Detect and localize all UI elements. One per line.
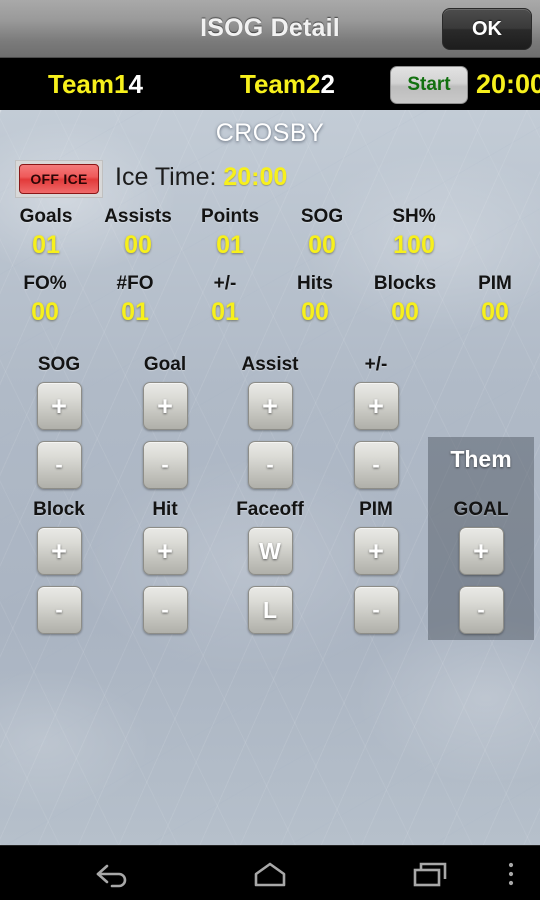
action-block-r2-decrement-button[interactable]: - [36, 586, 82, 634]
stat-label: Goals [19, 206, 73, 227]
stats-row-secondary: FO% 00 #FO 01 +/- 01 Hits 00 Blocks 00 PIM 00 [0, 273, 540, 327]
page-title: ISOG Detail [200, 14, 340, 42]
team1-score-block[interactable]: Team14 [48, 69, 143, 100]
stat-value: 00 [391, 298, 419, 326]
action-sog-r1-increment-button[interactable]: + [36, 382, 82, 430]
app-screen: ISOG Detail OK Team14 Team22 Start 20:00… [0, 0, 540, 900]
action-assist-r1-increment-button[interactable]: + [247, 382, 293, 430]
them-panel-title: Them [450, 446, 512, 472]
ice-time-value: 20:00 [223, 163, 288, 191]
stat-value: 01 [211, 298, 239, 326]
stat-cell: SOG 00 [276, 206, 368, 260]
action-hit-r2-label: Hit [152, 499, 178, 520]
action-assist-r1-decrement-button[interactable]: - [247, 441, 293, 489]
action-sog-r1-label: SOG [37, 354, 81, 375]
ice-time-row: Ice Time: 20:00 [115, 163, 287, 192]
stats-row-primary: Goals 01 Assists 00 Points 01 SOG 00 SH% 100 [0, 206, 460, 260]
action--r1-increment-button[interactable]: + [353, 382, 399, 430]
stat-label: #FO [116, 273, 154, 294]
stat-label: SH% [392, 206, 436, 227]
ice-time-label: Ice Time: [115, 163, 217, 191]
team1-score: 4 [128, 68, 143, 99]
action-them-goal-increment-button[interactable]: + [458, 527, 504, 575]
player-name: CROSBY [215, 119, 325, 147]
stat-value: 01 [32, 231, 60, 259]
scoreboard-bar: Team14 Team22 Start 20:00 [0, 58, 540, 110]
stat-label: Points [200, 206, 260, 227]
action-them-goal-label: GOAL [453, 499, 509, 520]
start-clock-button[interactable]: Start [390, 66, 468, 104]
action-goal-r1-label: Goal [143, 354, 187, 375]
stat-cell: Blocks 00 [360, 273, 450, 327]
stat-value: 00 [308, 231, 336, 259]
action-goal-r1-group: Goal + - [112, 354, 218, 489]
stat-cell: SH% 100 [368, 206, 460, 260]
action-hit-r2-decrement-button[interactable]: - [142, 586, 188, 634]
action-block-r2-increment-button[interactable]: + [36, 527, 82, 575]
action-pim-r2-label: PIM [359, 499, 393, 520]
stat-cell: Assists 00 [92, 206, 184, 260]
stat-label: Hits [297, 273, 333, 294]
stat-value: 100 [393, 231, 435, 259]
action-assist-r1-group: Assist + - [217, 354, 323, 489]
action-hit-r2-increment-button[interactable]: + [142, 527, 188, 575]
team2-name: Team2 [240, 68, 321, 99]
action-faceoff-r2-group: Faceoff W L [217, 499, 323, 634]
off-ice-label: OFF ICE [19, 164, 99, 194]
action-pim-r2-group: PIM + - [323, 499, 429, 634]
action-pim-r2-decrement-button[interactable]: - [353, 586, 399, 634]
title-bar: ISOG Detail OK [0, 0, 540, 58]
stat-label: Blocks [373, 273, 437, 294]
stat-value: 01 [216, 231, 244, 259]
stat-value: 00 [124, 231, 152, 259]
off-ice-toggle-button[interactable]: OFF ICE [15, 160, 103, 198]
action-hit-r2-group: Hit + - [112, 499, 218, 634]
stat-value: 00 [31, 298, 59, 326]
stat-cell: FO% 00 [0, 273, 90, 327]
stat-cell: PIM 00 [450, 273, 540, 327]
team1-name: Team1 [48, 68, 129, 99]
action-goal-r1-decrement-button[interactable]: - [142, 441, 188, 489]
action-assist-r1-label: Assist [241, 354, 299, 375]
stat-label: PIM [478, 273, 512, 294]
action-faceoff-r2-increment-button[interactable]: W [247, 527, 293, 575]
ok-button[interactable]: OK [442, 8, 532, 50]
stat-cell: Goals 01 [0, 206, 92, 260]
action-block-r2-label: Block [33, 499, 85, 520]
action--r1-group: +/- + - [323, 354, 429, 489]
action-pim-r2-increment-button[interactable]: + [353, 527, 399, 575]
android-nav-bar [0, 845, 540, 900]
action-goal-r1-increment-button[interactable]: + [142, 382, 188, 430]
stat-value: 01 [121, 298, 149, 326]
overflow-menu-icon[interactable] [488, 846, 533, 900]
action--r1-decrement-button[interactable]: - [353, 441, 399, 489]
action-block-r2-group: Block + - [6, 499, 112, 634]
stat-label: +/- [213, 273, 237, 294]
stat-cell: #FO 01 [90, 273, 180, 327]
game-clock: 20:00 [476, 68, 540, 99]
recent-apps-icon[interactable] [375, 846, 485, 900]
stat-cell: +/- 01 [180, 273, 270, 327]
team2-score: 2 [320, 68, 335, 99]
action-faceoff-r2-decrement-button[interactable]: L [247, 586, 293, 634]
stat-value: 00 [481, 298, 509, 326]
action-faceoff-r2-label: Faceoff [236, 499, 304, 520]
action--r1-label: +/- [364, 354, 388, 375]
stat-value: 00 [301, 298, 329, 326]
action-them-goal-group: GOAL + - [428, 499, 534, 634]
stat-label: Assists [104, 206, 172, 227]
stat-label: SOG [300, 206, 344, 227]
stat-label: FO% [23, 273, 67, 294]
home-icon[interactable] [215, 846, 325, 900]
action-sog-r1-decrement-button[interactable]: - [36, 441, 82, 489]
stat-cell: Hits 00 [270, 273, 360, 327]
action-them-goal-decrement-button[interactable]: - [458, 586, 504, 634]
back-icon[interactable] [58, 846, 168, 900]
action-sog-r1-group: SOG + - [6, 354, 112, 489]
stat-cell: Points 01 [184, 206, 276, 260]
team2-score-block[interactable]: Team22 [240, 69, 335, 100]
